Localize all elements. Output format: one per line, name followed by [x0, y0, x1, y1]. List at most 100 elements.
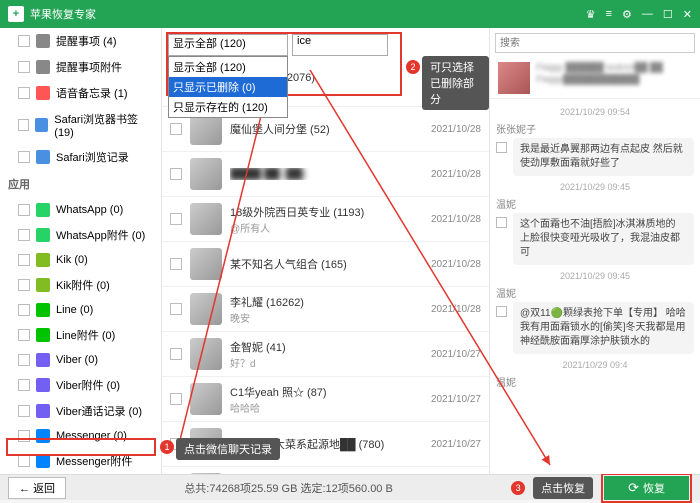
sidebar-item[interactable]: Safari浏览器书签 (19) — [0, 106, 161, 144]
message-panel: Flaggy ██████ wuknot██ ██Flaggy█████████… — [490, 28, 700, 474]
checkbox[interactable] — [18, 455, 30, 467]
checkbox[interactable] — [18, 430, 30, 442]
chat-row[interactable]: 李礼耀 (16262)晚安2021/10/28 — [162, 287, 489, 332]
sidebar-item[interactable]: Viber附件 (0) — [0, 372, 161, 398]
checkbox[interactable] — [18, 204, 30, 216]
avatar — [498, 62, 530, 94]
chat-name: 李礼耀 (16262) — [230, 294, 423, 310]
category-icon — [36, 34, 50, 48]
checkbox[interactable] — [170, 393, 182, 405]
settings-icon[interactable]: ⚙ — [622, 8, 632, 21]
annotation-badge-1: 1 — [160, 440, 174, 454]
sidebar-item[interactable]: Messenger附件 — [0, 448, 161, 474]
sender-name: 张张妮子 — [496, 121, 694, 136]
sidebar-item[interactable]: WhatsApp (0) — [0, 198, 161, 222]
chat-date: 2021/10/27 — [431, 394, 481, 405]
sidebar-item[interactable]: Viber通话记录 (0) — [0, 398, 161, 424]
chat-name: 18级外院西日英专业 (1193) — [230, 204, 423, 220]
minimize-icon[interactable]: — — [642, 8, 653, 21]
menu-icon[interactable]: ≡ — [606, 8, 612, 21]
filter-select-1[interactable]: 显示全部 (120) — [168, 34, 288, 56]
message-row: 我是最近鼻翼那两边有点起皮 然后就使劲厚敷面霜就好些了 — [496, 138, 694, 176]
checkbox[interactable] — [18, 405, 30, 417]
sidebar-item[interactable]: Viber (0) — [0, 348, 161, 372]
filter-dropdown[interactable]: 显示全部 (120)只显示已删除 (0)只显示存在的 (120) — [168, 56, 288, 118]
checkbox[interactable] — [18, 61, 30, 73]
chat-name: 魔仙堡人间分堡 (52) — [230, 121, 423, 137]
conversation-header: Flaggy ██████ wuknot██ ██Flaggy█████████… — [490, 58, 700, 99]
filter-select-2[interactable]: ice — [292, 34, 388, 56]
dropdown-option[interactable]: 只显示已删除 (0) — [169, 77, 287, 97]
checkbox[interactable] — [18, 354, 30, 366]
dropdown-option[interactable]: 显示全部 (120) — [169, 57, 287, 77]
sidebar-item-label: 提醒事项附件 — [56, 59, 122, 75]
chat-date: 2021/10/28 — [431, 124, 481, 135]
recover-button[interactable]: ⟳ 恢复 — [604, 476, 689, 500]
diamond-icon[interactable]: ♛ — [586, 8, 596, 21]
chat-row[interactable]: 金智妮 (41)好？d2021/10/27 — [162, 332, 489, 377]
sidebar-item-label: Line (0) — [56, 304, 93, 316]
app-icon — [36, 404, 50, 418]
chat-row[interactable]: C1华yeah 照☆ (87)哈哈哈2021/10/27 — [162, 377, 489, 422]
chat-row[interactable]: 某不知名人气组合 (165)2021/10/28 — [162, 242, 489, 287]
search-input[interactable] — [495, 33, 695, 53]
sidebar-item[interactable]: 提醒事项 (4) — [0, 28, 161, 54]
checkbox[interactable] — [18, 329, 30, 341]
checkbox[interactable] — [170, 168, 182, 180]
chat-row[interactable]: ████ ██ (██)2021/10/28 — [162, 152, 489, 197]
app-icon — [36, 429, 50, 443]
sidebar-item[interactable]: 提醒事项附件 — [0, 54, 161, 80]
checkbox[interactable] — [18, 304, 30, 316]
checkbox[interactable] — [18, 151, 30, 163]
sidebar-item[interactable]: Line附件 (0) — [0, 322, 161, 348]
back-button[interactable]: ← 返回 — [8, 477, 66, 499]
chat-name: 金智妮 (41) — [230, 339, 423, 355]
sidebar-item-label: Kik (0) — [56, 254, 88, 266]
chat-preview: @所有人 — [230, 220, 423, 235]
checkbox[interactable] — [170, 123, 182, 135]
sidebar-item-label: Line附件 (0) — [56, 327, 115, 343]
app-logo: + — [8, 6, 24, 22]
sidebar-item[interactable]: 语音备忘录 (1) — [0, 80, 161, 106]
chat-row[interactable]: 18级外院西日英专业 (1193)@所有人2021/10/28 — [162, 197, 489, 242]
checkbox[interactable] — [170, 258, 182, 270]
sender-name: 温妮 — [496, 285, 694, 300]
category-icon — [36, 86, 50, 100]
sidebar-item[interactable]: Line (0) — [0, 298, 161, 322]
sidebar-item[interactable]: Kik附件 (0) — [0, 272, 161, 298]
maximize-icon[interactable]: ☐ — [663, 8, 673, 21]
message-bubble: 这个面霜也不油[捂脸]冰淇淋质地的 上脸很快变哑光吸收了，我混油皮都可 — [513, 213, 694, 265]
timestamp: 2021/10/29 09:54 — [496, 107, 694, 117]
app-icon — [36, 278, 50, 292]
chat-list[interactable]: 梦颖—3群 (2076)官方满减2021/10/28魔仙堡人间分堡 (52)20… — [162, 62, 489, 474]
checkbox[interactable] — [18, 254, 30, 266]
checkbox[interactable] — [496, 306, 507, 317]
sidebar-item[interactable]: Kik (0) — [0, 248, 161, 272]
sidebar-item-label: Safari浏览器书签 (19) — [54, 111, 153, 139]
checkbox[interactable] — [18, 119, 29, 131]
checkbox[interactable] — [18, 279, 30, 291]
sidebar-item-label: Viber通话记录 (0) — [56, 403, 142, 419]
avatar — [190, 203, 222, 235]
dropdown-option[interactable]: 只显示存在的 (120) — [169, 97, 287, 117]
checkbox[interactable] — [170, 303, 182, 315]
checkbox[interactable] — [170, 348, 182, 360]
sidebar-item[interactable]: WhatsApp附件 (0) — [0, 222, 161, 248]
titlebar: + 苹果恢复专家 ♛ ≡ ⚙ — ☐ ✕ — [0, 0, 700, 28]
checkbox[interactable] — [170, 213, 182, 225]
checkbox[interactable] — [18, 229, 30, 241]
category-icon — [35, 118, 48, 132]
checkbox[interactable] — [496, 142, 507, 153]
checkbox[interactable] — [18, 35, 30, 47]
chat-date: 2021/10/27 — [431, 439, 481, 450]
message-list[interactable]: 2021/10/29 09:54 张张妮子我是最近鼻翼那两边有点起皮 然后就使劲厚… — [490, 99, 700, 474]
checkbox[interactable] — [18, 87, 30, 99]
sidebar-item[interactable]: Messenger (0) — [0, 424, 161, 448]
chat-preview: 晚安 — [230, 310, 423, 325]
checkbox[interactable] — [496, 217, 507, 228]
checkbox[interactable] — [18, 379, 30, 391]
chat-row[interactable]: a mamá (4369)2021/10/27 — [162, 467, 489, 474]
app-icon — [36, 228, 50, 242]
sidebar-item[interactable]: Safari浏览记录 — [0, 144, 161, 170]
close-icon[interactable]: ✕ — [683, 8, 692, 21]
